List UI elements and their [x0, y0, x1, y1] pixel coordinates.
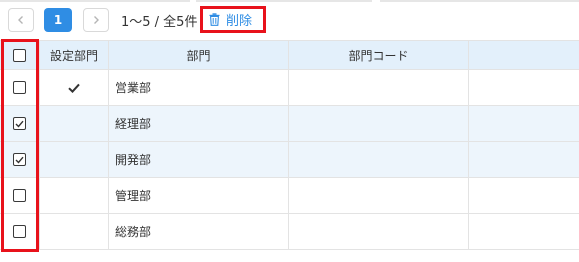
header-select-cell	[0, 41, 40, 69]
table-row[interactable]: 営業部	[0, 70, 579, 106]
empty-cell	[469, 70, 579, 105]
select-all-checkbox[interactable]	[13, 48, 26, 62]
table-row[interactable]: 管理部	[0, 178, 579, 214]
table-row[interactable]: 開発部	[0, 142, 579, 178]
dept-name-cell: 経理部	[109, 106, 289, 141]
row-select-cell	[0, 106, 40, 141]
header-setting-dept: 設定部門	[40, 41, 109, 69]
top-divider-right	[380, 0, 579, 2]
dept-name-cell: 営業部	[109, 70, 289, 105]
trash-icon	[209, 13, 220, 26]
chevron-right-icon	[94, 16, 99, 24]
empty-cell	[469, 142, 579, 177]
setting-dept-cell	[40, 214, 109, 249]
checkmark-icon	[15, 156, 24, 164]
setting-dept-cell	[40, 178, 109, 213]
row-checkbox[interactable]	[13, 81, 26, 94]
row-select-cell	[0, 214, 40, 249]
header-dept: 部門	[109, 41, 289, 69]
setting-dept-cell	[40, 142, 109, 177]
row-checkbox[interactable]	[13, 225, 26, 238]
top-divider-left	[0, 0, 190, 2]
dept-code-cell	[289, 70, 469, 105]
top-divider-mid	[196, 0, 372, 2]
setting-dept-cell	[40, 106, 109, 141]
empty-cell	[469, 106, 579, 141]
header-dept-code: 部門コード	[289, 41, 469, 69]
page-range-text: 1～5 / 全5件	[121, 15, 198, 30]
row-select-cell	[0, 142, 40, 177]
dept-name-cell: 総務部	[109, 214, 289, 249]
row-checkbox[interactable]	[13, 117, 26, 130]
empty-cell	[469, 178, 579, 213]
checkmark-icon	[15, 120, 24, 128]
dept-code-cell	[289, 178, 469, 213]
dept-code-cell	[289, 142, 469, 177]
delete-button[interactable]: 削除	[200, 6, 266, 33]
row-checkbox[interactable]	[13, 153, 26, 166]
dept-name-cell: 管理部	[109, 178, 289, 213]
current-page-button[interactable]: 1	[44, 8, 72, 32]
row-select-cell	[0, 70, 40, 105]
empty-cell	[469, 214, 579, 249]
chevron-left-icon	[18, 16, 23, 24]
delete-label: 削除	[226, 14, 253, 29]
dept-code-cell	[289, 214, 469, 249]
checkmark-icon	[68, 83, 80, 93]
setting-dept-cell	[40, 70, 109, 105]
table-header-row: 設定部門 部門 部門コード	[0, 40, 579, 70]
dept-code-cell	[289, 106, 469, 141]
row-checkbox[interactable]	[13, 189, 26, 202]
prev-page-button[interactable]	[8, 8, 34, 32]
next-page-button[interactable]	[83, 8, 109, 32]
department-table: 設定部門 部門 部門コード 営業部 経理部 開発部 管理部 総務部	[0, 40, 579, 250]
row-select-cell	[0, 178, 40, 213]
table-row[interactable]: 経理部	[0, 106, 579, 142]
header-empty	[469, 41, 579, 69]
table-row[interactable]: 総務部	[0, 214, 579, 250]
dept-name-cell: 開発部	[109, 142, 289, 177]
